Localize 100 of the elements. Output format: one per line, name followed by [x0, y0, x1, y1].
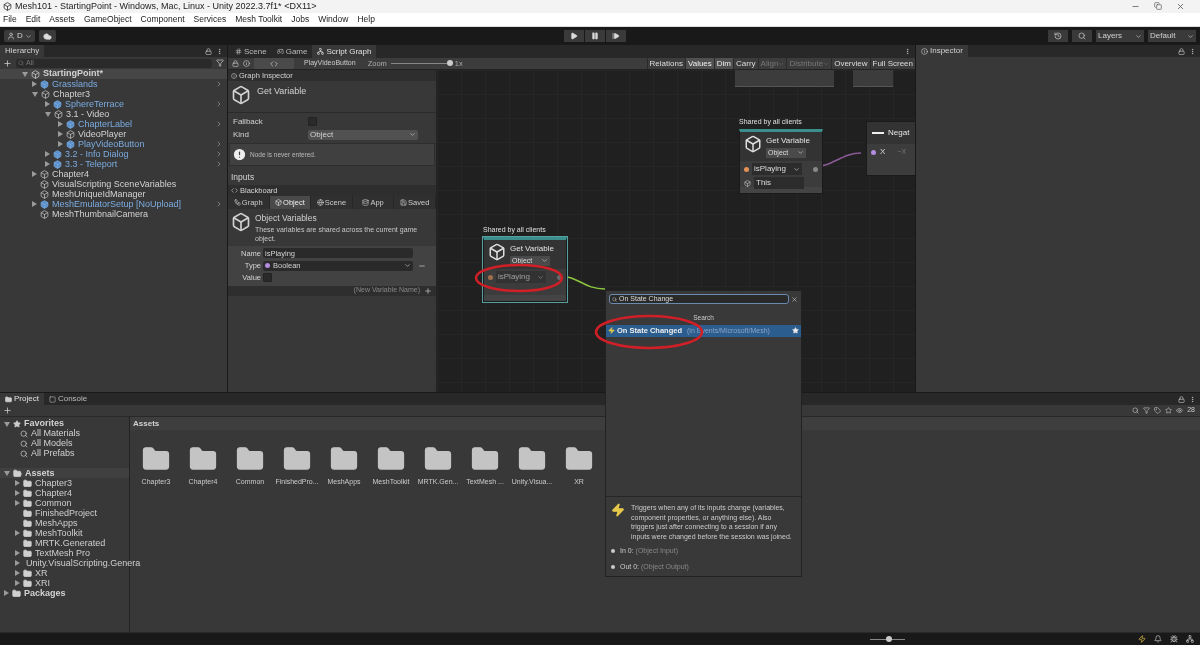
- hierarchy-item[interactable]: PlayVideoButton: [78, 139, 145, 149]
- hierarchy-item[interactable]: ChapterLabel: [78, 119, 133, 129]
- menu-item[interactable]: File: [3, 13, 17, 26]
- hierarchy-item[interactable]: VideoPlayer: [78, 129, 127, 139]
- star-icon[interactable]: [792, 327, 799, 335]
- folder-icon: [23, 528, 32, 538]
- add-icon[interactable]: [3, 58, 12, 68]
- expand-arrow-icon[interactable]: [32, 91, 38, 97]
- chevron-right-icon[interactable]: [215, 200, 223, 208]
- menu-item[interactable]: Component: [140, 13, 185, 26]
- restore-icon[interactable]: [1154, 2, 1162, 10]
- filter-icon[interactable]: [1143, 407, 1151, 414]
- target-field[interactable]: This: [754, 177, 804, 189]
- view-tab[interactable]: Script Graph: [312, 45, 377, 58]
- menu-item[interactable]: Assets: [49, 13, 75, 26]
- step-button[interactable]: [605, 30, 626, 42]
- folder-icon: [12, 588, 21, 598]
- hierarchy-tab[interactable]: Hierarchy: [0, 45, 45, 57]
- folder-icon: [23, 578, 32, 588]
- lock-icon[interactable]: [205, 47, 212, 55]
- layout-dropdown[interactable]: Default: [1148, 30, 1196, 42]
- hierarchy-item[interactable]: SphereTerrace: [65, 99, 125, 109]
- variable-dropdown[interactable]: isPlaying: [752, 163, 802, 175]
- hierarchy-item[interactable]: 3.1 - Video: [66, 109, 110, 119]
- lock-icon[interactable]: [1178, 47, 1185, 55]
- menu-item[interactable]: Services: [193, 13, 227, 26]
- collapse-arrow-icon[interactable]: [58, 131, 63, 137]
- folder-tree-item[interactable]: XRI: [35, 578, 50, 588]
- search-icon[interactable]: [1132, 407, 1140, 414]
- folder-tree-item[interactable]: Unity.VisualScripting.Genera: [26, 558, 141, 568]
- menu-item[interactable]: Window: [318, 13, 349, 26]
- toolbar-button[interactable]: Overview: [831, 58, 870, 69]
- info-icon[interactable]: [243, 60, 250, 67]
- chevron-right-icon[interactable]: [215, 100, 223, 108]
- chevron-right-icon[interactable]: [215, 120, 223, 128]
- view-tab[interactable]: Game: [271, 45, 313, 58]
- size-slider-thumb[interactable]: [885, 635, 892, 642]
- favorite-item[interactable]: All Prefabs: [31, 447, 75, 461]
- cloud-button[interactable]: [38, 30, 56, 42]
- network-icon[interactable]: [1186, 635, 1194, 643]
- bell-icon[interactable]: [1154, 635, 1162, 643]
- menu-item[interactable]: GameObject: [83, 13, 132, 26]
- lock-icon[interactable]: [232, 60, 239, 67]
- toolbar-button[interactable]: Dim: [713, 58, 734, 69]
- tag-icon[interactable]: [1154, 407, 1162, 414]
- menu-item[interactable]: Mesh Toolkit: [235, 13, 283, 26]
- hierarchy-item[interactable]: 3.3 - Teleport: [65, 159, 118, 169]
- folder-tree-item[interactable]: XR: [35, 568, 48, 578]
- play-button[interactable]: [563, 30, 584, 42]
- output-port-icon[interactable]: [813, 166, 818, 172]
- star-icon[interactable]: [1165, 407, 1173, 414]
- inspector-tab[interactable]: Inspector: [916, 45, 968, 57]
- collapse-arrow-icon[interactable]: [32, 171, 37, 177]
- hierarchy-item[interactable]: VisualScripting SceneVariables: [52, 179, 177, 189]
- project-tab[interactable]: Console: [43, 393, 93, 405]
- variable-dropdown[interactable]: isPlaying: [496, 271, 546, 283]
- value-checkbox[interactable]: [263, 273, 272, 283]
- close-icon[interactable]: [1176, 2, 1185, 11]
- toolbar-button[interactable]: Relations: [646, 58, 685, 69]
- hierarchy-item[interactable]: MeshThumbnailCamera: [52, 209, 149, 219]
- folder-tree-item[interactable]: MeshToolkit: [35, 528, 83, 538]
- project-tab[interactable]: Project: [0, 393, 44, 405]
- folder-tree-item[interactable]: Chapter4: [35, 488, 73, 498]
- menu-item[interactable]: Jobs: [291, 13, 310, 26]
- layers-dropdown[interactable]: Layers: [1096, 30, 1144, 42]
- bug-icon[interactable]: [1170, 635, 1178, 643]
- hierarchy-item[interactable]: 3.2 - Info Dialog: [65, 149, 129, 159]
- pause-button[interactable]: [584, 30, 605, 42]
- folder-tree-item[interactable]: TextMesh Pro: [35, 548, 91, 558]
- kind-dropdown[interactable]: Object: [308, 129, 418, 140]
- folder-tree-item[interactable]: Common: [35, 498, 72, 508]
- hierarchy-item[interactable]: Chapter4: [52, 169, 90, 179]
- toolbar-button[interactable]: Values: [684, 58, 714, 69]
- lock-icon[interactable]: [1178, 395, 1185, 403]
- hierarchy-item[interactable]: MeshEmulatorSetup [NoUpload]: [52, 199, 182, 209]
- hierarchy-item[interactable]: Grasslands: [52, 79, 98, 89]
- menu-item[interactable]: Help: [357, 13, 375, 26]
- zoom-slider-thumb[interactable]: [446, 60, 453, 66]
- history-button[interactable]: [1048, 30, 1068, 42]
- folder-tree-item[interactable]: Chapter3: [35, 478, 73, 488]
- expand-arrow-icon[interactable]: [45, 111, 51, 117]
- eye-icon[interactable]: [1176, 407, 1184, 414]
- add-icon[interactable]: [424, 286, 432, 295]
- add-icon[interactable]: [3, 406, 12, 415]
- filter-icon[interactable]: [216, 59, 224, 67]
- chevron-right-icon[interactable]: [215, 80, 223, 88]
- menu-item[interactable]: Edit: [25, 13, 41, 26]
- folder-tree-item[interactable]: MRTK.Generated: [35, 538, 106, 548]
- clear-icon[interactable]: [791, 295, 798, 303]
- folder-tree-item[interactable]: FinishedProject: [35, 508, 98, 518]
- account-button[interactable]: D: [4, 30, 35, 42]
- lightning-icon[interactable]: [1138, 635, 1146, 643]
- hierarchy-item[interactable]: Chapter3: [53, 89, 91, 99]
- folder-tree-item[interactable]: MeshApps: [35, 518, 78, 528]
- expand-arrow-icon[interactable]: [22, 71, 28, 77]
- hierarchy-item[interactable]: MeshUniqueIdManager: [52, 189, 146, 199]
- folder-tree-item[interactable]: Packages: [24, 588, 66, 598]
- view-tab[interactable]: Scene: [230, 45, 272, 58]
- search-button[interactable]: [1072, 30, 1092, 42]
- toolbar-button[interactable]: Carry: [733, 58, 758, 69]
